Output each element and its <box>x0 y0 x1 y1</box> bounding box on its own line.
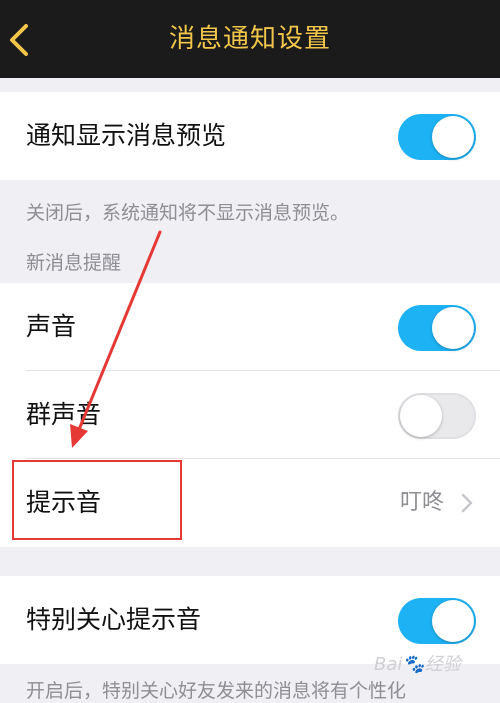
tone-value: 叮咚 <box>399 490 444 515</box>
toggle-knob <box>432 307 474 349</box>
special-note: 开启后，特别关心好友发来的消息将有个性化 <box>26 680 407 702</box>
watermark: Bai🐾经验 <box>374 654 461 675</box>
setting-label: 群声音 <box>26 400 102 429</box>
page-title: 消息通知设置 <box>168 24 331 54</box>
special-tone-toggle[interactable] <box>398 598 476 644</box>
setting-row-group-sound: 群声音 <box>0 371 500 459</box>
toggle-knob <box>432 600 474 642</box>
setting-label: 声音 <box>26 312 77 341</box>
setting-label: 通知显示消息预览 <box>26 121 227 150</box>
toggle-knob <box>432 116 474 158</box>
setting-row-sound: 声音 <box>0 283 500 371</box>
chevron-right-icon <box>461 493 473 513</box>
annotation-highlight-box <box>12 460 182 540</box>
section-header: 新消息提醒 <box>26 252 122 274</box>
setting-row-preview: 通知显示消息预览 <box>0 92 500 180</box>
preview-note: 关闭后，系统通知将不显示消息预览。 <box>26 202 350 224</box>
navigation-bar: 消息通知设置 <box>0 0 500 78</box>
sound-toggle[interactable] <box>398 305 476 351</box>
setting-label: 特别关心提示音 <box>26 605 202 634</box>
preview-toggle[interactable] <box>398 114 476 160</box>
group-sound-toggle[interactable] <box>398 393 476 439</box>
toggle-knob <box>400 395 442 437</box>
